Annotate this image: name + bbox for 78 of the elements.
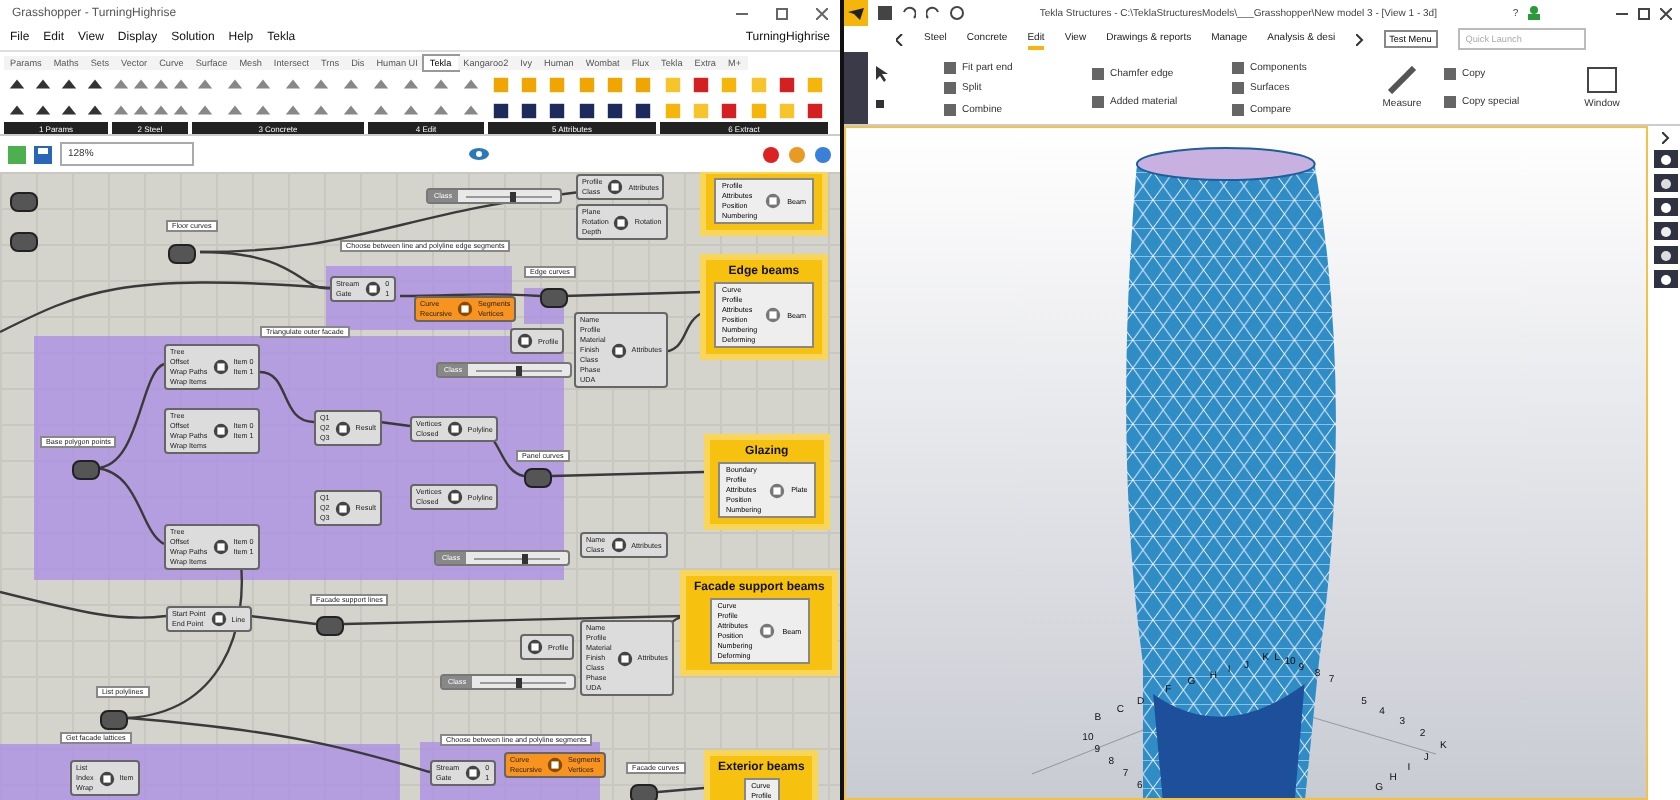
side-strip [844, 52, 868, 124]
parameter-node[interactable] [10, 232, 38, 252]
maximize-icon[interactable] [1638, 7, 1651, 19]
close-icon[interactable] [816, 7, 828, 19]
user-icon[interactable] [1528, 6, 1541, 20]
component-icon [526, 638, 544, 656]
wire [563, 290, 705, 298]
wire [400, 293, 541, 298]
component-icon [363, 280, 382, 298]
wire [95, 466, 165, 545]
ruler-icon[interactable] [1386, 66, 1418, 94]
logo-icon[interactable] [844, 0, 868, 26]
component-icon [333, 419, 352, 437]
side-panel-icon[interactable] [1654, 246, 1678, 264]
parameter-node[interactable] [524, 468, 552, 488]
folder-icon[interactable] [8, 145, 26, 163]
component-icon [767, 481, 786, 499]
node-canvas[interactable] [0, 172, 840, 800]
side-panel-icon[interactable] [1654, 174, 1678, 192]
component-icon [606, 178, 625, 196]
component-icon [545, 756, 564, 774]
tool-icon [1444, 96, 1456, 108]
minimize-icon[interactable] [736, 7, 748, 19]
wire [379, 420, 411, 428]
wire [259, 370, 315, 424]
side-panel-icon[interactable] [1654, 198, 1678, 216]
parameter-node[interactable] [630, 784, 658, 800]
wire [249, 614, 317, 626]
component-icon [609, 536, 628, 554]
maximize-icon[interactable] [776, 7, 788, 19]
component-icon [211, 358, 230, 376]
component-icon [758, 622, 777, 640]
component-icon [445, 488, 464, 506]
component-icon [609, 341, 628, 359]
tool-icon [1092, 96, 1104, 108]
parameter-node[interactable] [540, 288, 568, 308]
minimize-icon[interactable] [1616, 7, 1629, 19]
component-icon [333, 499, 352, 517]
component-icon [763, 306, 782, 324]
component-icon [445, 420, 464, 438]
eye-icon[interactable] [467, 146, 489, 162]
undo-icon[interactable] [902, 6, 916, 20]
component-icon [763, 192, 782, 210]
wire [95, 363, 165, 470]
component-icon [612, 213, 631, 231]
component-icon [516, 332, 534, 350]
redo-icon[interactable] [926, 6, 940, 20]
pointer-icon[interactable] [876, 65, 890, 82]
parameter-node[interactable] [168, 244, 196, 264]
side-panel-icon[interactable] [1654, 222, 1678, 240]
parameter-node[interactable] [10, 192, 38, 212]
component-icon [211, 538, 230, 556]
chevron-left-icon[interactable] [896, 33, 904, 45]
parameter-node[interactable] [100, 710, 128, 730]
side-panel-icon[interactable] [1654, 270, 1678, 288]
tool-icon [1444, 68, 1456, 80]
component-icon [615, 649, 634, 667]
component-icon [97, 769, 116, 787]
component-icon [455, 300, 474, 318]
parameter-node[interactable] [316, 616, 344, 636]
wire [657, 786, 705, 794]
close-icon[interactable] [1660, 7, 1673, 19]
slider-thumb[interactable] [522, 553, 529, 563]
select-icon[interactable] [876, 94, 890, 111]
component-icon [209, 610, 228, 628]
tool-icon [1092, 68, 1104, 80]
slider-thumb[interactable] [510, 191, 517, 201]
slider-thumb[interactable] [516, 365, 522, 375]
parameter-node[interactable] [72, 460, 100, 480]
save-icon[interactable] [34, 145, 52, 163]
component-icon [211, 422, 230, 440]
clock-icon[interactable] [950, 6, 964, 20]
side-panel-icon[interactable] [1654, 150, 1678, 168]
chevron-right-icon[interactable] [1355, 33, 1364, 45]
slider-thumb[interactable] [515, 677, 522, 687]
chevron-right-icon[interactable] [1662, 132, 1670, 144]
component-icon [463, 764, 482, 782]
window-icon[interactable] [1586, 66, 1618, 94]
